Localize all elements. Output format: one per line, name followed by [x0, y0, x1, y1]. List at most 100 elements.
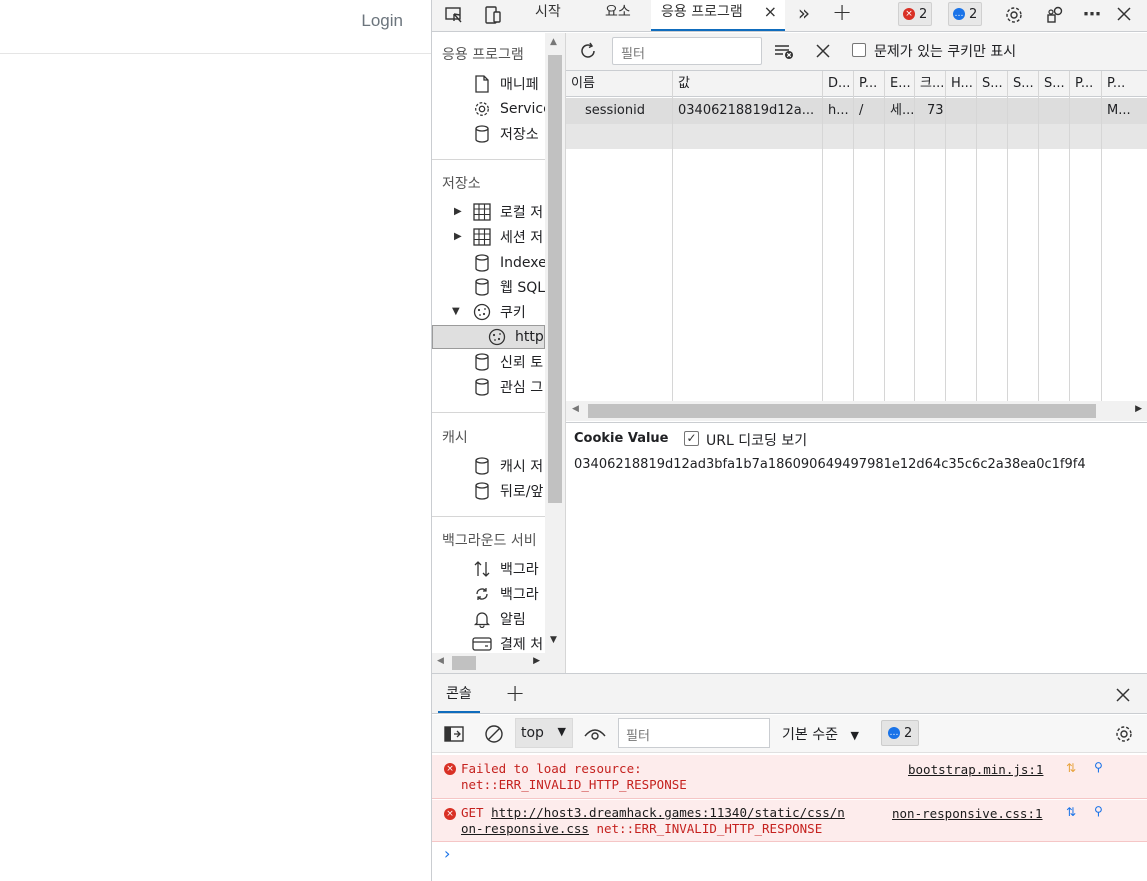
sidebar-item-web-sql[interactable]: 웹 SQL: [472, 275, 545, 299]
scroll-thumb[interactable]: [548, 55, 562, 503]
column-header-expires[interactable]: E...: [885, 71, 914, 97]
tab-application[interactable]: 응용 프로그램 ×: [651, 0, 785, 31]
cell-domain[interactable]: h...: [823, 98, 853, 124]
close-icon[interactable]: [1112, 2, 1136, 26]
message-icon: …: [953, 8, 965, 20]
collapse-triangle-icon[interactable]: ▼: [452, 306, 460, 317]
sidebar-item-back-forward-cache[interactable]: 뒤로/앞: [472, 479, 543, 503]
column-header-sameparty[interactable]: S...: [1039, 71, 1069, 97]
column-header-size[interactable]: 크...: [915, 71, 945, 97]
expand-triangle-icon[interactable]: ▶: [454, 206, 462, 217]
sidebar-item-background-fetch[interactable]: 백그라: [472, 557, 539, 581]
message-count: 2: [969, 6, 978, 22]
cookies-table: 이름 값 D... P... E... 크... H... S... S... …: [566, 71, 1147, 401]
column-header-priority[interactable]: P...: [1102, 71, 1147, 97]
context-value: top: [521, 725, 544, 741]
search-icon[interactable]: ⚲: [1094, 804, 1103, 818]
close-tab-icon[interactable]: ×: [764, 0, 777, 24]
more-tabs-icon[interactable]: »: [792, 1, 816, 25]
sidebar-item-cache-storage[interactable]: 캐시 저: [472, 454, 543, 478]
sidebar-item-cookies[interactable]: 쿠키: [472, 300, 526, 324]
column-header-samesite[interactable]: S...: [1008, 71, 1038, 97]
sidebar-item-notifications[interactable]: 알림: [472, 607, 526, 631]
column-header-path[interactable]: P...: [854, 71, 884, 97]
cookie-filter-input[interactable]: 필터: [612, 37, 762, 65]
sidebar-vertical-scrollbar[interactable]: ▲ ▼: [545, 33, 565, 673]
only-issues-checkbox[interactable]: [852, 43, 866, 57]
search-icon[interactable]: ⚲: [1094, 760, 1103, 774]
url-decode-checkbox[interactable]: ✓: [684, 431, 699, 446]
sidebar-horizontal-scrollbar[interactable]: ◀ ▶: [432, 653, 545, 673]
sidebar-item-trust-tokens[interactable]: 신뢰 토: [472, 350, 543, 374]
sidebar-item-cookie-origin[interactable]: http:: [487, 325, 548, 349]
add-tab-icon[interactable]: +: [503, 679, 527, 707]
delete-selected-icon[interactable]: [812, 40, 834, 62]
tab-start[interactable]: 시작: [525, 0, 571, 31]
tab-console[interactable]: 콘솔: [438, 680, 480, 713]
more-icon[interactable]: ⋯: [1080, 2, 1104, 26]
table-row-empty[interactable]: [566, 124, 1147, 149]
url-link[interactable]: http://host3.dreamhack.games:11340/stati…: [491, 805, 845, 820]
cell-expires[interactable]: 세...: [885, 98, 914, 124]
scroll-right-icon[interactable]: ▶: [533, 656, 540, 666]
cell-priority[interactable]: M...: [1102, 98, 1147, 124]
table-horizontal-scrollbar[interactable]: ◀ ▶: [566, 401, 1147, 421]
scroll-up-icon[interactable]: ▲: [550, 37, 557, 47]
sidebar-toggle-icon[interactable]: [442, 722, 466, 746]
scroll-down-icon[interactable]: ▼: [550, 635, 557, 645]
tab-elements[interactable]: 요소: [595, 0, 641, 31]
url-link[interactable]: on-responsive.css: [461, 821, 589, 836]
sidebar-item-session-storage[interactable]: 세션 저: [472, 225, 543, 249]
expand-triangle-icon[interactable]: ▶: [454, 231, 462, 242]
console-error-message[interactable]: × GET http://host3.dreamhack.games:11340…: [432, 800, 1147, 842]
inspect-icon[interactable]: [442, 3, 466, 27]
network-icon[interactable]: ⇅: [1066, 805, 1076, 819]
scroll-left-icon[interactable]: ◀: [437, 656, 444, 666]
sidebar-item-manifest[interactable]: 매니페: [472, 72, 539, 96]
column-header-httponly[interactable]: H...: [946, 71, 976, 97]
close-drawer-icon[interactable]: [1112, 684, 1134, 706]
refresh-icon[interactable]: [576, 39, 600, 63]
cell-path[interactable]: /: [854, 98, 884, 124]
chevron-down-icon: ▼: [557, 725, 566, 738]
sidebar-item-storage[interactable]: 저장소: [472, 122, 539, 146]
source-link[interactable]: non-responsive.css:1: [892, 806, 1043, 822]
cell-value[interactable]: 03406218819d12a...: [673, 98, 822, 124]
device-icon[interactable]: [481, 3, 505, 27]
column-header-domain[interactable]: D...: [823, 71, 853, 97]
sidebar-item-indexeddb[interactable]: Indexed: [472, 251, 556, 275]
column-header-secure[interactable]: S...: [977, 71, 1007, 97]
login-link[interactable]: Login: [361, 11, 403, 31]
sidebar-item-interest-groups[interactable]: 관심 그: [472, 375, 543, 399]
console-settings-icon[interactable]: [1112, 722, 1136, 746]
clear-all-icon[interactable]: [772, 39, 796, 63]
sidebar-item-local-storage[interactable]: 로컬 저: [472, 200, 543, 224]
cookie-value-text[interactable]: 03406218819d12ad3bfa1b7a186090649497981e…: [574, 457, 1086, 472]
clear-console-icon[interactable]: [482, 722, 506, 746]
scroll-right-icon[interactable]: ▶: [1135, 404, 1142, 414]
issues-badge[interactable]: … 2: [881, 720, 920, 746]
column-header-partition[interactable]: P...: [1070, 71, 1101, 97]
column-header-name[interactable]: 이름: [566, 71, 672, 97]
customize-icon[interactable]: [1043, 3, 1067, 27]
console-prompt-icon[interactable]: ›: [444, 844, 450, 863]
scroll-thumb[interactable]: [452, 656, 476, 670]
add-tab-icon[interactable]: +: [830, 0, 854, 26]
eye-icon[interactable]: [583, 722, 607, 746]
source-link[interactable]: bootstrap.min.js:1: [908, 762, 1043, 778]
error-badge[interactable]: × 2: [898, 2, 933, 26]
scroll-thumb[interactable]: [588, 404, 1096, 418]
network-icon[interactable]: ⇅: [1066, 761, 1076, 775]
cell-size[interactable]: 73: [922, 98, 945, 124]
message-badge[interactable]: … 2: [948, 2, 983, 26]
scroll-left-icon[interactable]: ◀: [572, 404, 579, 414]
sidebar-item-service-workers[interactable]: Service: [472, 97, 552, 121]
log-level-selector[interactable]: 기본 수준 ▼: [782, 724, 859, 744]
console-filter-input[interactable]: 필터: [618, 718, 770, 748]
column-header-value[interactable]: 값: [673, 71, 822, 97]
cell-name[interactable]: sessionid: [580, 98, 672, 124]
console-error-message[interactable]: × Failed to load resource: net::ERR_INVA…: [432, 755, 1147, 799]
sidebar-item-background-sync[interactable]: 백그라: [472, 582, 539, 606]
context-selector[interactable]: top ▼: [515, 718, 573, 748]
gear-icon[interactable]: [1002, 3, 1026, 27]
